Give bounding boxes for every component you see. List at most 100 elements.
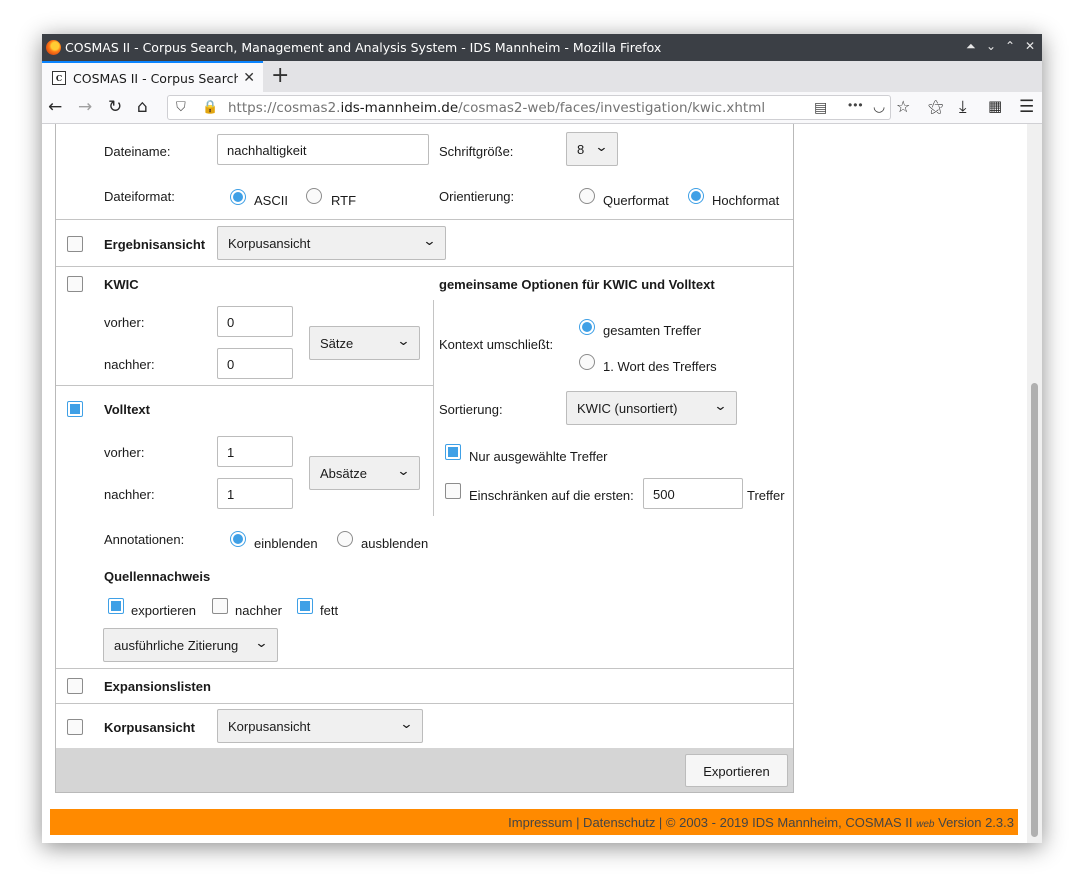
divider	[56, 668, 793, 669]
kontext-label: Kontext umschließt:	[439, 337, 554, 352]
format-rtf-label: RTF	[331, 193, 357, 208]
vt-nachher-input[interactable]: 1	[217, 478, 293, 509]
kwic-checkbox[interactable]	[67, 276, 83, 292]
window-title: COSMAS II - Corpus Search, Management an…	[65, 40, 662, 55]
quellen-nachher-label: nachher	[235, 603, 282, 618]
footer-text: Impressum | Datenschutz | © 2003 - 2019 …	[508, 815, 1014, 830]
dateiname-input[interactable]: nachhaltigkeit	[217, 134, 429, 165]
page-actions-icon[interactable]: •••	[848, 98, 864, 112]
einschraenken-checkbox[interactable]	[445, 483, 461, 499]
ergebnisansicht-select[interactable]: Korpusansicht ⌄	[217, 226, 446, 260]
zitierung-value: ausführliche Zitierung	[114, 638, 239, 653]
pocket-icon[interactable]: ◡	[873, 98, 885, 115]
einschraenken-label: Einschränken auf die ersten:	[469, 488, 634, 503]
korpusansicht-checkbox[interactable]	[67, 719, 83, 735]
footer-version: Version 2.3.3	[938, 815, 1014, 830]
kontext-wort-label: 1. Wort des Treffers	[603, 359, 717, 374]
sortierung-select[interactable]: KWIC (unsortiert) ⌄	[566, 391, 737, 425]
tab-cosmas[interactable]: C COSMAS II - Corpus Search, Management …	[42, 61, 263, 92]
sortierung-value: KWIC (unsortiert)	[577, 401, 678, 416]
back-icon[interactable]: ←	[48, 97, 62, 117]
kwic-vorher-input[interactable]: 0	[217, 306, 293, 337]
kwic-unit-select[interactable]: Sätze ⌄	[309, 326, 420, 360]
tab-bar: C COSMAS II - Corpus Search, Management …	[42, 61, 1042, 92]
expansionslisten-checkbox[interactable]	[67, 678, 83, 694]
home-icon[interactable]: ⌂	[137, 97, 148, 117]
divider	[56, 385, 433, 386]
kwic-nachher-input[interactable]: 0	[217, 348, 293, 379]
annotationen-ausblenden-radio[interactable]	[337, 531, 353, 547]
footer-links[interactable]: Impressum | Datenschutz | © 2003 - 2019 …	[508, 815, 912, 830]
lock-icon[interactable]: 🔒	[202, 99, 218, 115]
window-maximize-icon[interactable]: ⌃	[1005, 39, 1015, 53]
kwic-label: KWIC	[104, 277, 139, 292]
navigation-bar: ← → ↻ ⌂ ⛉ 🔒 https://cosmas2.ids-mannheim…	[42, 92, 1042, 124]
volltext-label: Volltext	[104, 402, 150, 417]
einschraenken-input[interactable]: 500	[643, 478, 743, 509]
scrollbar-thumb[interactable]	[1031, 383, 1038, 837]
url-bar[interactable]: ⛉ 🔒 https://cosmas2.ids-mannheim.de/cosm…	[167, 95, 891, 120]
orient-hoch-label: Hochformat	[712, 193, 780, 208]
expansionslisten-label: Expansionslisten	[104, 679, 211, 694]
vt-unit-value: Absätze	[320, 466, 367, 481]
vt-unit-select[interactable]: Absätze ⌄	[309, 456, 420, 490]
new-tab-icon[interactable]: +	[271, 63, 289, 88]
format-ascii-label: ASCII	[254, 193, 288, 208]
quellen-exportieren-checkbox[interactable]	[108, 598, 124, 614]
quellen-exportieren-label: exportieren	[131, 603, 197, 618]
schriftgroesse-value: 8	[577, 142, 585, 157]
nur-ausgewaehlte-checkbox[interactable]	[445, 444, 461, 460]
window-minimize-icon[interactable]: ⌄	[986, 39, 996, 53]
zitierung-select[interactable]: ausführliche Zitierung ⌄	[103, 628, 278, 662]
annotationen-einblenden-radio[interactable]	[230, 531, 246, 547]
cosmas-favicon-icon: C	[52, 71, 66, 85]
kontext-gesamt-label: gesamten Treffer	[603, 323, 702, 338]
url-text[interactable]: https://cosmas2.ids-mannheim.de/cosmas2-…	[228, 100, 765, 116]
ergebnisansicht-checkbox[interactable]	[67, 236, 83, 252]
kontext-wort-radio[interactable]	[579, 354, 595, 370]
chevron-down-icon: ⌄	[396, 464, 411, 479]
bookmark-star-icon[interactable]: ☆	[896, 97, 910, 116]
menu-icon[interactable]: ☰	[1019, 97, 1034, 117]
annotationen-label: Annotationen:	[104, 532, 185, 547]
browser-window: COSMAS II - Corpus Search, Management an…	[42, 34, 1042, 843]
divider	[56, 703, 793, 704]
gemeinsame-optionen-heading: gemeinsame Optionen für KWIC und Volltex…	[439, 277, 715, 292]
reload-icon[interactable]: ↻	[108, 97, 122, 117]
quellen-fett-checkbox[interactable]	[297, 598, 313, 614]
reader-view-icon[interactable]: ▤	[814, 99, 827, 116]
extensions-icon[interactable]: ▦	[988, 97, 1002, 115]
chevron-down-icon: ⌄	[396, 334, 411, 349]
vt-vorher-input[interactable]: 1	[217, 436, 293, 467]
export-action-bar: Exportieren	[56, 748, 793, 792]
download-icon[interactable]: ⤓	[959, 97, 967, 117]
quellen-nachher-checkbox[interactable]	[212, 598, 228, 614]
tab-close-icon[interactable]: ✕	[243, 69, 255, 86]
treffer-label: Treffer	[747, 488, 785, 503]
orient-quer-radio[interactable]	[579, 188, 595, 204]
title-bar: COSMAS II - Corpus Search, Management an…	[42, 34, 1042, 61]
vt-nachher-label: nachher:	[104, 487, 155, 502]
window-shade-up-icon[interactable]: ⏶	[966, 39, 976, 54]
chevron-down-icon: ⌄	[399, 717, 414, 732]
ergebnisansicht-label: Ergebnisansicht	[104, 237, 206, 252]
export-button[interactable]: Exportieren	[685, 754, 788, 787]
orient-hoch-radio[interactable]	[688, 188, 704, 204]
window-close-icon[interactable]: ✕	[1025, 39, 1035, 53]
korpusansicht-value: Korpusansicht	[228, 719, 311, 734]
page-scrollbar[interactable]	[1027, 124, 1042, 843]
export-options-panel: Dateiname: nachhaltigkeit Schriftgröße: …	[55, 124, 794, 793]
korpusansicht-label: Korpusansicht	[104, 720, 196, 735]
format-rtf-radio[interactable]	[306, 188, 322, 204]
volltext-checkbox[interactable]	[67, 401, 83, 417]
library-icon[interactable]: ⚝	[928, 97, 944, 117]
shield-icon[interactable]: ⛉	[176, 99, 186, 115]
kontext-gesamt-radio[interactable]	[579, 319, 595, 335]
schriftgroesse-select[interactable]: 8 ⌄	[566, 132, 618, 166]
chevron-down-icon: ⌄	[422, 234, 437, 249]
column-divider	[433, 300, 434, 516]
ergebnisansicht-value: Korpusansicht	[228, 236, 311, 251]
format-ascii-radio[interactable]	[230, 189, 246, 205]
forward-icon[interactable]: →	[78, 97, 92, 117]
korpusansicht-select[interactable]: Korpusansicht ⌄	[217, 709, 423, 743]
